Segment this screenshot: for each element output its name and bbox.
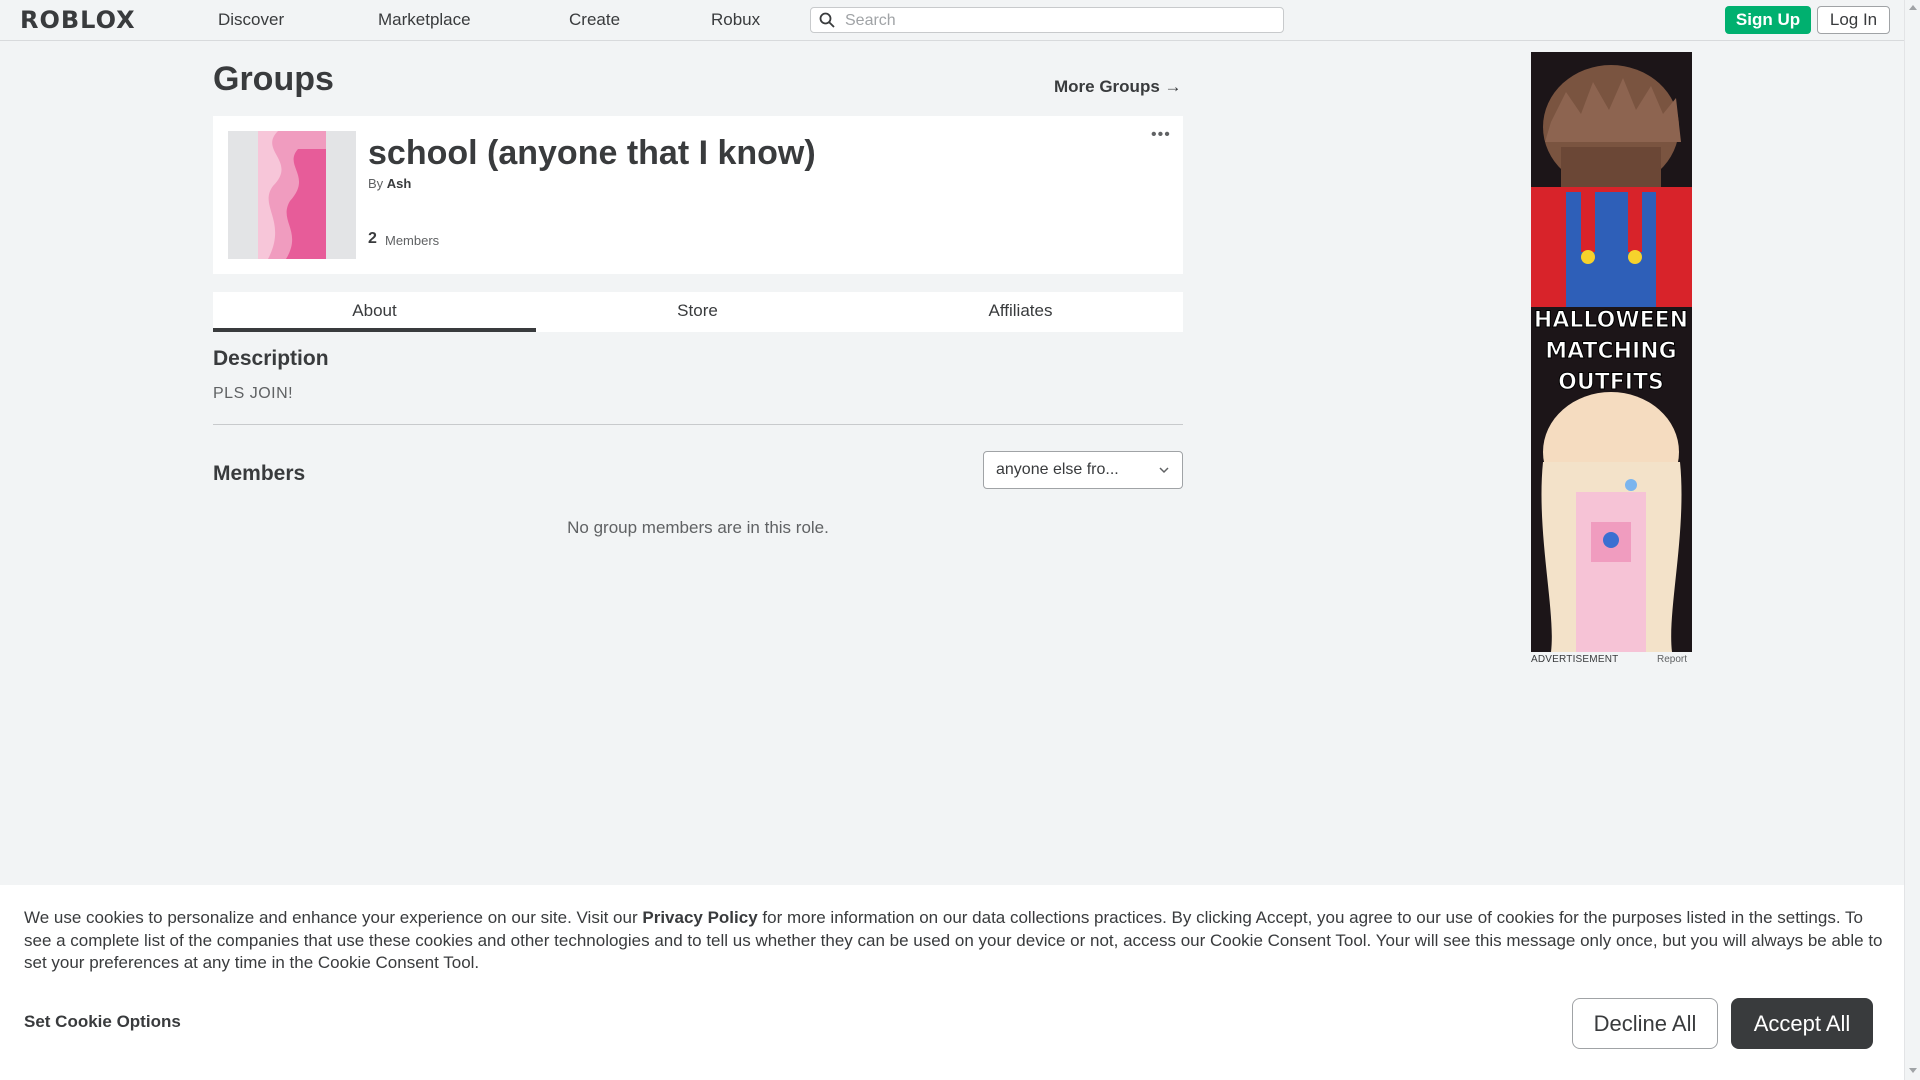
section-divider bbox=[213, 424, 1183, 425]
nav-link-robux[interactable]: Robux bbox=[711, 10, 760, 30]
search-input[interactable] bbox=[843, 10, 1277, 32]
ad-headline-line-2: MATCHING bbox=[1545, 339, 1676, 364]
page-scrollbar[interactable] bbox=[1904, 0, 1920, 1080]
member-count-label: Members bbox=[385, 233, 440, 248]
page: ROBLOX Discover Marketplace Create Robux… bbox=[0, 0, 1904, 1080]
nav-link-create[interactable]: Create bbox=[569, 10, 620, 30]
tab-about[interactable]: About bbox=[213, 292, 536, 332]
group-emblem-image bbox=[228, 131, 356, 259]
group-emblem bbox=[228, 131, 356, 259]
cookie-message: We use cookies to personalize and enhanc… bbox=[24, 907, 1886, 975]
nav-link-marketplace[interactable]: Marketplace bbox=[378, 10, 471, 30]
group-name: school (anyone that I know) bbox=[368, 134, 816, 172]
more-groups-link[interactable]: More Groups → bbox=[1054, 77, 1182, 97]
advertisement-banner[interactable]: HALLOWEEN MATCHING OUTFITS bbox=[1531, 52, 1692, 652]
group-header-card: school (anyone that I know) By Ash 2 Mem… bbox=[213, 116, 1183, 274]
group-tabs: About Store Affiliates bbox=[213, 292, 1183, 332]
owner-prefix: By bbox=[368, 176, 384, 191]
chevron-down-icon bbox=[1159, 467, 1169, 474]
owner-name-link[interactable]: Ash bbox=[387, 176, 412, 191]
description-heading: Description bbox=[213, 347, 329, 370]
tab-store[interactable]: Store bbox=[536, 292, 859, 332]
description-text: PLS JOIN! bbox=[213, 385, 294, 402]
scroll-down-arrow-icon[interactable] bbox=[1909, 1068, 1917, 1073]
top-navigation: ROBLOX Discover Marketplace Create Robux… bbox=[0, 0, 1904, 41]
members-heading: Members bbox=[213, 462, 306, 485]
page-title: Groups bbox=[213, 60, 334, 98]
log-in-button[interactable]: Log In bbox=[1817, 6, 1890, 34]
more-options-icon[interactable]: ••• bbox=[1151, 127, 1171, 143]
role-dropdown-value: anyone else fro... bbox=[996, 461, 1119, 478]
sign-up-button[interactable]: Sign Up bbox=[1725, 6, 1811, 34]
cookie-banner: We use cookies to personalize and enhanc… bbox=[0, 885, 1904, 1080]
tab-affiliates[interactable]: Affiliates bbox=[859, 292, 1182, 332]
empty-members-message: No group members are in this role. bbox=[567, 518, 829, 537]
group-owner: By Ash bbox=[368, 176, 411, 191]
accept-all-button[interactable]: Accept All bbox=[1731, 998, 1873, 1049]
set-cookie-options-link[interactable]: Set Cookie Options bbox=[24, 1012, 181, 1032]
search-box[interactable] bbox=[810, 7, 1284, 33]
member-count: 2 bbox=[368, 230, 377, 247]
search-icon bbox=[819, 12, 835, 28]
nav-link-discover[interactable]: Discover bbox=[218, 10, 284, 30]
privacy-policy-link[interactable]: Privacy Policy bbox=[642, 908, 757, 927]
advertisement-label: ADVERTISEMENT bbox=[1531, 654, 1619, 665]
cookie-text-before: We use cookies to personalize and enhanc… bbox=[24, 908, 643, 927]
ad-artwork: HALLOWEEN MATCHING OUTFITS bbox=[1531, 52, 1692, 652]
ad-headline-line-1: HALLOWEEN bbox=[1534, 308, 1688, 333]
scroll-up-arrow-icon[interactable] bbox=[1909, 5, 1917, 10]
report-ad-link[interactable]: Report bbox=[1657, 654, 1687, 665]
decline-all-button[interactable]: Decline All bbox=[1572, 998, 1718, 1049]
role-dropdown[interactable]: anyone else fro... bbox=[983, 451, 1183, 489]
ad-headline-line-3: OUTFITS bbox=[1558, 370, 1664, 395]
roblox-logo[interactable]: ROBLOX bbox=[20, 6, 136, 34]
